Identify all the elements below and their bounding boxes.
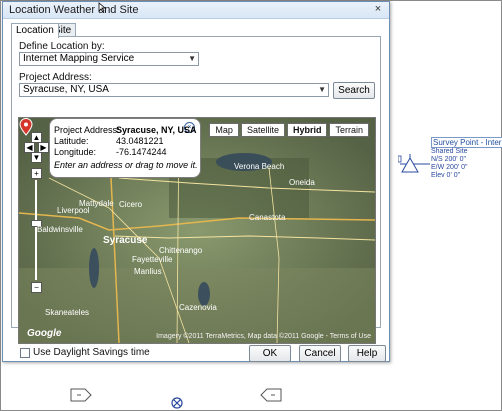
survey-point-symbol-icon[interactable] [398, 150, 432, 176]
location-panel: Define Location by: Internet Mapping Ser… [11, 36, 381, 358]
survey-point-label: Survey Point - Internal Shared Site N/S … [431, 137, 502, 180]
elevation-marker-icon[interactable] [260, 388, 282, 402]
cancel-button[interactable]: Cancel [299, 345, 341, 362]
define-location-label: Define Location by: [19, 41, 105, 52]
location-info-popup: × Project Address: Syracuse, NY, USA Lat… [49, 118, 201, 178]
popup-latitude-value: 43.0481221 [116, 136, 164, 146]
map-place-label: Baldwinsville [37, 225, 83, 234]
location-pin-icon[interactable] [19, 118, 33, 136]
survey-point-ew: E/W 200' 0" [431, 164, 468, 171]
map-view-buttons: Map Satellite Hybrid Terrain [207, 123, 369, 137]
survey-point-elev: Elev 0' 0" [431, 172, 461, 179]
map-view-terrain-button[interactable]: Terrain [329, 123, 369, 137]
map-place-label: Manlius [134, 267, 162, 276]
dialog-title: Location Weather and Site [9, 4, 139, 16]
chevron-down-icon: ▼ [318, 85, 326, 94]
project-base-point-icon[interactable] [171, 397, 183, 409]
daylight-savings-label: Use Daylight Savings time [33, 347, 150, 358]
map-place-label: Skaneateles [45, 308, 90, 317]
dialog-body: Location Site Define Location by: Intern… [8, 23, 386, 362]
popup-latitude-label: Latitude: [54, 136, 89, 146]
survey-point-ns: N/S 200' 0" [431, 156, 466, 163]
map-place-label: Chittenango [159, 246, 203, 255]
project-address-label: Project Address: [19, 72, 92, 83]
cursor-icon [98, 2, 106, 13]
elevation-marker-icon[interactable] [70, 388, 92, 402]
survey-point-subtitle: Shared Site [431, 148, 468, 155]
map-place-label: Mattydale [79, 199, 114, 208]
map-place-label: Canastota [249, 213, 286, 222]
project-address-input[interactable]: Syracuse, NY, USA ▼ [19, 83, 329, 97]
map-place-label: Cazenovia [179, 303, 217, 312]
popup-address-row: Project Address: [54, 125, 120, 135]
map-place-label: Oneida [289, 178, 315, 187]
google-logo[interactable]: Google [27, 328, 61, 339]
search-button[interactable]: Search [333, 82, 375, 99]
map-view-satellite-button[interactable]: Satellite [240, 123, 285, 137]
map-place-label: Cicero [119, 200, 143, 209]
popup-longitude-label: Longitude: [54, 147, 97, 157]
chevron-down-icon: ▼ [188, 54, 196, 63]
popup-longitude-value: -76.1474244 [116, 147, 167, 157]
map-view[interactable]: Map Satellite Hybrid Terrain ▲ ◀ ▶ ▼ + − [18, 117, 376, 344]
project-address-value: Syracuse, NY, USA [23, 84, 109, 95]
popup-address-label: Project Address: [54, 125, 120, 135]
dialog-titlebar[interactable]: Location Weather and Site × [3, 2, 389, 19]
ok-button[interactable]: OK [249, 345, 291, 362]
close-icon[interactable]: × [371, 3, 385, 15]
map-zoom-control: ▲ ◀ ▶ ▼ + − [24, 132, 49, 293]
map-place-label: Syracuse [103, 235, 148, 246]
daylight-savings-checkbox[interactable] [20, 348, 30, 358]
zoom-out-icon[interactable]: − [31, 282, 42, 293]
define-location-select[interactable]: Internet Mapping Service ▼ [19, 52, 199, 66]
pan-down-icon[interactable]: ▼ [31, 152, 42, 163]
location-weather-site-dialog: Location Weather and Site × Location Sit… [2, 1, 390, 362]
map-place-label: Verona Beach [234, 162, 285, 171]
map-view-hybrid-button[interactable]: Hybrid [286, 123, 328, 137]
define-location-value: Internet Mapping Service [23, 53, 135, 64]
tab-location[interactable]: Location [11, 23, 59, 38]
map-view-map-button[interactable]: Map [209, 123, 239, 137]
zoom-in-icon[interactable]: + [31, 168, 42, 179]
popup-hint: Enter an address or drag to move it. [54, 160, 198, 170]
survey-point-title[interactable]: Survey Point - Internal [431, 137, 502, 148]
help-button[interactable]: Help [348, 345, 386, 362]
popup-address-value: Syracuse, NY, USA [116, 125, 197, 135]
map-place-label: Fayetteville [132, 255, 173, 264]
map-attribution: Imagery ©2011 TerraMetrics, Map data ©20… [156, 333, 371, 340]
